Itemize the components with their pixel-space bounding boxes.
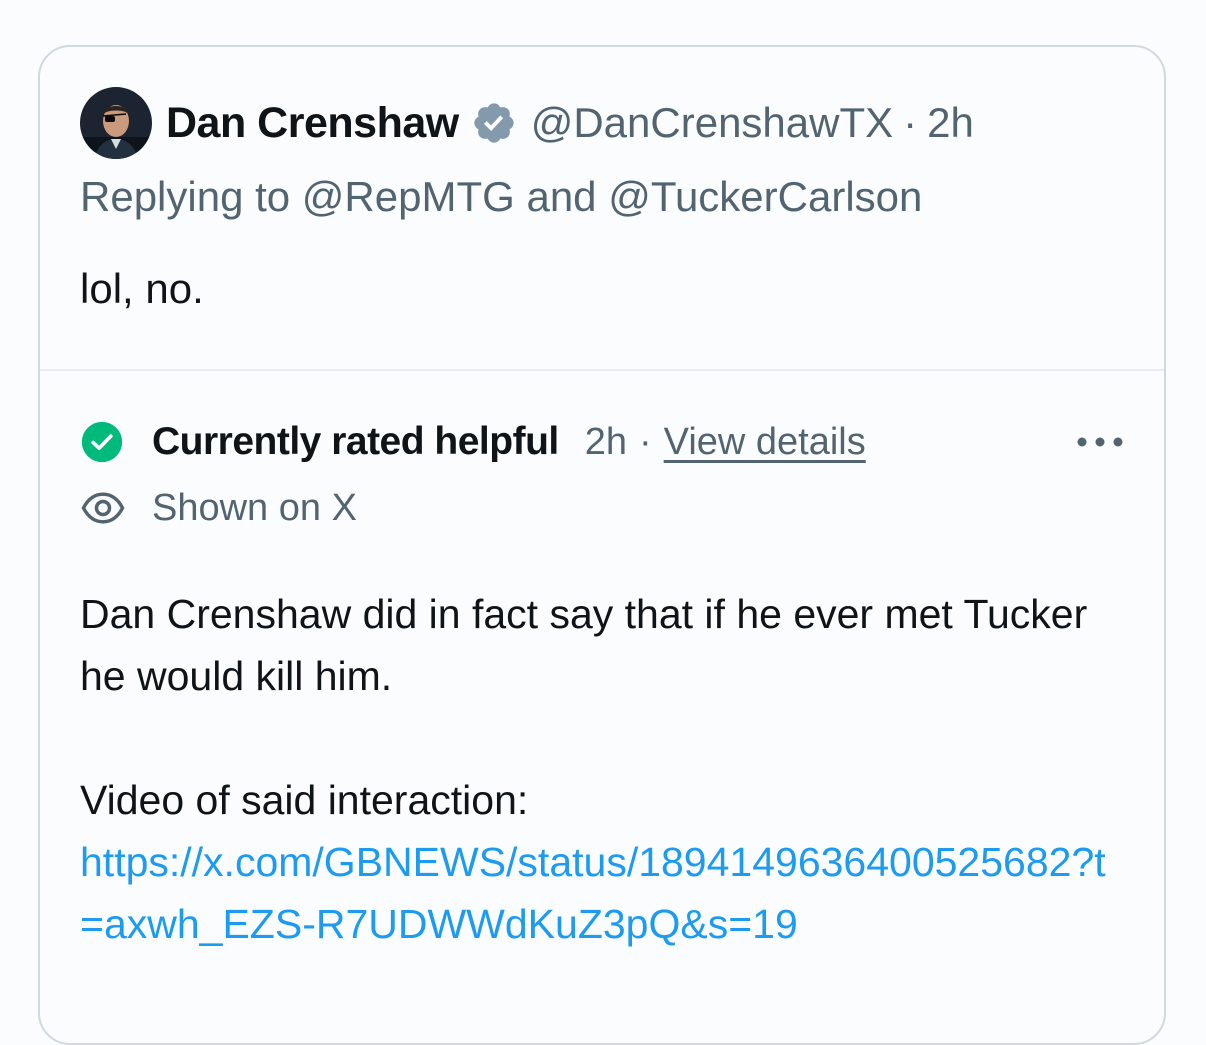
note-text: Video of said interaction:: [80, 777, 529, 823]
shown-on-label: Shown on X: [152, 486, 357, 529]
note-status-row: Currently rated helpful 2h · View detail…: [80, 417, 866, 467]
reply-and: and: [526, 173, 597, 220]
shown-on-row: Shown on X: [80, 483, 357, 533]
verified-badge-icon[interactable]: [471, 100, 517, 146]
reply-user-link[interactable]: @RepMTG: [302, 173, 515, 220]
note-timestamp: 2h: [584, 420, 628, 463]
avatar[interactable]: [80, 87, 152, 159]
check-circle-icon: [81, 421, 123, 463]
tweet-card: Dan Crenshaw @DanCrenshawTX · 2h Replyin…: [38, 45, 1166, 1045]
author-name[interactable]: Dan Crenshaw: [166, 99, 459, 148]
author-row: Dan Crenshaw @DanCrenshawTX · 2h: [166, 93, 974, 153]
replying-to-line: Replying to @RepMTG and @TuckerCarlson: [80, 173, 922, 221]
note-text: Dan Crenshaw did in fact say that if he …: [80, 591, 1088, 699]
note-body: Dan Crenshaw did in fact say that if he …: [80, 583, 1140, 955]
eye-icon: [81, 492, 125, 524]
reply-prefix: Replying to: [80, 173, 291, 220]
view-details-link[interactable]: View details: [664, 421, 866, 464]
more-horizontal-icon[interactable]: [1074, 425, 1126, 459]
tweet-timestamp[interactable]: 2h: [927, 99, 974, 147]
note-source-link[interactable]: https://x.com/GBNEWS/status/189414963640…: [80, 831, 1120, 955]
reply-user-link[interactable]: @TuckerCarlson: [608, 173, 922, 220]
tweet-text: lol, no.: [80, 265, 204, 312]
separator-dot: ·: [903, 99, 918, 146]
author-handle[interactable]: @DanCrenshawTX: [531, 99, 893, 147]
divider: [40, 369, 1164, 371]
avatar-image: [80, 87, 152, 159]
separator-dot: ·: [639, 420, 652, 463]
note-status-label: Currently rated helpful: [152, 420, 559, 463]
